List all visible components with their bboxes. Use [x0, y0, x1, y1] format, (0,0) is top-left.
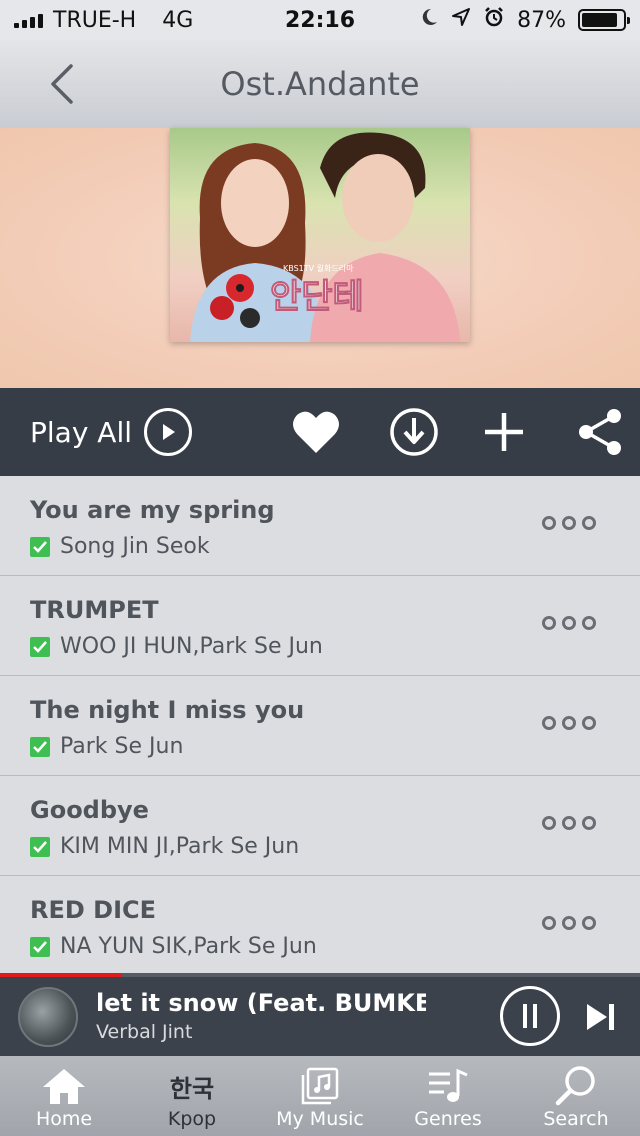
cover-subtext: KBS1TV 월화드라마	[283, 263, 354, 273]
home-icon	[40, 1064, 88, 1108]
header: Ost.Andante	[0, 40, 640, 128]
play-all-button[interactable]: Play All	[30, 408, 193, 456]
track-title: RED DICE	[30, 896, 157, 924]
kpop-icon: 한국	[169, 1074, 215, 1103]
cover-art-image: KBS1TV 월화드라마 안단테	[190, 132, 460, 342]
more-options-icon[interactable]	[542, 716, 596, 730]
next-track-button[interactable]	[582, 999, 618, 1035]
checkmark-icon	[30, 636, 50, 657]
network-label: 4G	[162, 7, 194, 33]
album-hero: KBS1TV 월화드라마 안단테	[0, 128, 640, 388]
tab-label: Search	[543, 1108, 609, 1130]
share-icon[interactable]	[574, 406, 626, 458]
battery-percent: 87%	[517, 7, 566, 33]
checkmark-icon	[30, 536, 50, 557]
track-title: The night I miss you	[30, 696, 305, 724]
track-artist: Song Jin Seok	[60, 534, 210, 559]
track-row[interactable]: You are my spring Song Jin Seok	[0, 476, 640, 576]
page-title: Ost.Andante	[220, 65, 420, 103]
now-playing-artist: Verbal Jint	[96, 1021, 193, 1043]
action-bar: Play All	[0, 388, 640, 476]
track-row[interactable]: The night I miss you Park Se Jun	[0, 676, 640, 776]
checkmark-icon	[30, 836, 50, 857]
pause-button[interactable]	[500, 986, 560, 1046]
checkmark-icon	[30, 936, 50, 957]
heart-icon[interactable]	[290, 406, 342, 458]
tab-home[interactable]: Home	[0, 1056, 128, 1136]
moon-icon	[419, 7, 439, 33]
tab-label: Genres	[414, 1108, 482, 1130]
play-all-label: Play All	[30, 415, 133, 449]
track-artist: Park Se Jun	[60, 734, 184, 759]
tab-bar: Home 한국 Kpop My Music Genres Search	[0, 1056, 640, 1136]
more-options-icon[interactable]	[542, 916, 596, 930]
now-playing-bar[interactable]: let it snow (Feat. BUMKEY Verbal Jint	[0, 977, 640, 1056]
more-options-icon[interactable]	[542, 616, 596, 630]
tab-label: Kpop	[167, 1108, 217, 1130]
track-artist: WOO JI HUN,Park Se Jun	[60, 634, 323, 659]
battery-icon	[578, 9, 630, 31]
now-playing-title: let it snow (Feat. BUMKEY	[96, 989, 426, 1017]
back-button[interactable]	[40, 62, 84, 106]
tab-label: Home	[35, 1108, 93, 1130]
more-options-icon[interactable]	[542, 816, 596, 830]
cover-title-text: 안단테	[270, 277, 364, 317]
track-title: You are my spring	[30, 496, 275, 524]
search-icon	[554, 1064, 598, 1108]
alarm-icon	[483, 6, 505, 34]
track-row[interactable]: Goodbye KIM MIN JI,Park Se Jun	[0, 776, 640, 876]
skip-next-icon	[587, 1004, 614, 1030]
track-artist: NA YUN SIK,Park Se Jun	[60, 934, 317, 959]
checkmark-icon	[30, 736, 50, 757]
tab-search[interactable]: Search	[512, 1056, 640, 1136]
tab-my-music[interactable]: My Music	[256, 1056, 384, 1136]
chevron-left-icon	[51, 64, 73, 104]
genres-icon	[426, 1064, 470, 1108]
now-playing-artwork	[18, 987, 78, 1047]
tab-kpop[interactable]: 한국 Kpop	[128, 1056, 256, 1136]
track-row[interactable]: RED DICE NA YUN SIK,Park Se Jun	[0, 876, 640, 976]
album-cover: KBS1TV 월화드라마 안단테	[170, 128, 470, 342]
tab-genres[interactable]: Genres	[384, 1056, 512, 1136]
play-icon	[144, 408, 193, 456]
add-icon[interactable]	[478, 406, 530, 458]
music-library-icon	[300, 1064, 340, 1108]
more-options-icon[interactable]	[542, 516, 596, 530]
track-title: Goodbye	[30, 796, 149, 824]
download-icon[interactable]	[388, 406, 440, 458]
track-row[interactable]: TRUMPET WOO JI HUN,Park Se Jun	[0, 576, 640, 676]
track-artist: KIM MIN JI,Park Se Jun	[60, 834, 300, 859]
status-bar: TRUE-H 4G 22:16 87%	[0, 0, 640, 40]
location-arrow-icon	[451, 7, 471, 33]
tab-label: My Music	[276, 1108, 364, 1130]
signal-icon	[14, 12, 43, 28]
track-list: You are my spring Song Jin Seok TRUMPET …	[0, 476, 640, 976]
track-title: TRUMPET	[30, 596, 159, 624]
carrier-label: TRUE-H	[53, 7, 137, 33]
